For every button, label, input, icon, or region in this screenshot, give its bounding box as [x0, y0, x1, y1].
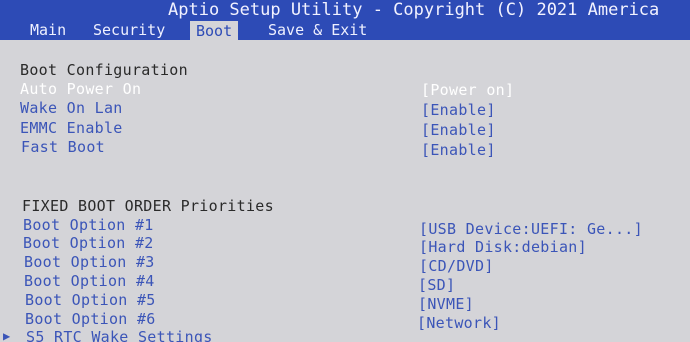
fast-boot-value[interactable]: [Enable]: [421, 141, 496, 159]
auto-power-on-item[interactable]: Auto Power On: [20, 80, 141, 98]
boot-option-6-item[interactable]: Boot Option #6: [25, 310, 156, 328]
tab-save-exit[interactable]: Save & Exit: [262, 20, 373, 40]
triangle-right-icon: ▶: [3, 329, 11, 342]
tab-boot[interactable]: Boot: [190, 21, 239, 40]
fast-boot-item[interactable]: Fast Boot: [21, 138, 105, 156]
title-bar: Aptio Setup Utility - Copyright (C) 2021…: [0, 0, 690, 20]
boot-option-4-value[interactable]: [SD]: [418, 276, 455, 294]
boot-option-5-item[interactable]: Boot Option #5: [25, 291, 156, 309]
boot-configuration-header: Boot Configuration: [20, 61, 188, 79]
emmc-enable-item[interactable]: EMMC Enable: [20, 119, 123, 137]
tab-security[interactable]: Security: [87, 20, 171, 40]
boot-option-2-value[interactable]: [Hard Disk:debian]: [419, 238, 587, 256]
boot-option-1-value[interactable]: [USB Device:UEFI: Ge...]: [419, 220, 643, 238]
s5-rtc-wake-settings-submenu[interactable]: S5 RTC Wake Settings: [26, 328, 213, 342]
boot-option-3-value[interactable]: [CD/DVD]: [419, 257, 494, 275]
emmc-enable-value[interactable]: [Enable]: [421, 121, 496, 139]
boot-option-6-value[interactable]: [Network]: [417, 314, 501, 332]
fixed-boot-order-header: FIXED BOOT ORDER Priorities: [22, 197, 274, 215]
boot-option-5-value[interactable]: [NVME]: [418, 295, 474, 313]
boot-option-4-item[interactable]: Boot Option #4: [24, 272, 155, 290]
wake-on-lan-value[interactable]: [Enable]: [421, 101, 496, 119]
wake-on-lan-item[interactable]: Wake On Lan: [20, 99, 123, 117]
boot-settings-panel: Boot Configuration Auto Power On [Power …: [0, 40, 690, 342]
boot-option-3-item[interactable]: Boot Option #3: [24, 253, 155, 271]
menu-tabs: Main Security Boot Save & Exit: [0, 20, 690, 40]
boot-option-2-item[interactable]: Boot Option #2: [23, 234, 154, 252]
auto-power-on-value[interactable]: [Power on]: [421, 81, 514, 99]
boot-option-1-item[interactable]: Boot Option #1: [23, 216, 154, 234]
tab-main[interactable]: Main: [24, 20, 72, 40]
window-title: Aptio Setup Utility - Copyright (C) 2021…: [168, 0, 660, 20]
